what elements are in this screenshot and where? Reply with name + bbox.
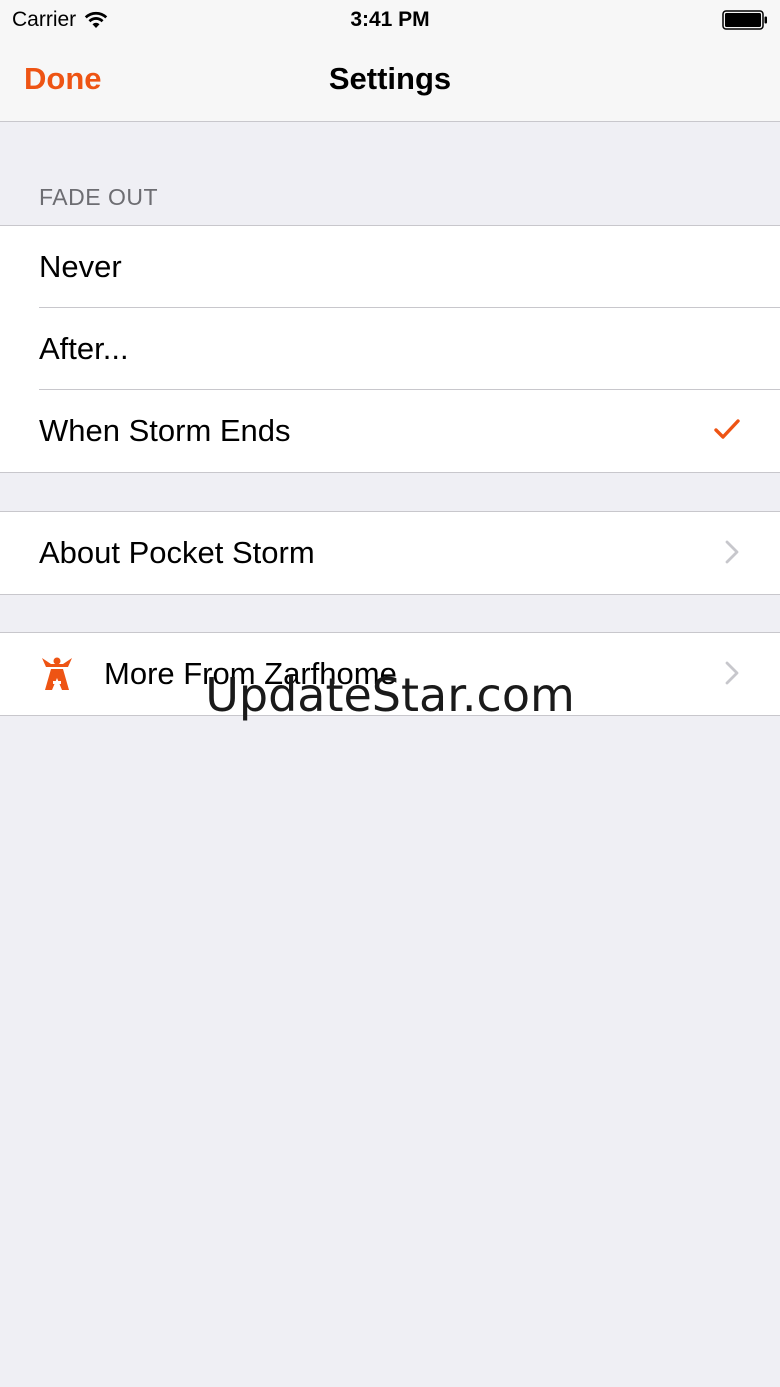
fade-option-when-storm-ends[interactable]: When Storm Ends	[0, 390, 780, 472]
about-group: About Pocket Storm	[0, 511, 780, 595]
battery-icon	[722, 10, 768, 35]
zarfhome-icon	[40, 656, 74, 697]
more-group: More From Zarfhome	[0, 632, 780, 716]
fade-option-after[interactable]: After...	[0, 308, 780, 390]
chevron-right-icon	[724, 660, 740, 691]
status-time: 3:41 PM	[350, 8, 430, 31]
chevron-right-icon	[724, 539, 740, 570]
fade-option-label: After...	[39, 331, 129, 366]
fade-option-label: When Storm Ends	[39, 413, 291, 448]
status-bar: Carrier 3:41 PM	[0, 0, 780, 40]
fade-out-group: Never After... When Storm Ends	[0, 225, 780, 473]
page-title: Settings	[328, 61, 452, 96]
fade-option-never[interactable]: Never	[0, 226, 780, 308]
checkmark-icon	[714, 418, 740, 445]
navigation-bar: Done Settings	[0, 40, 780, 122]
about-pocket-storm-row[interactable]: About Pocket Storm	[0, 512, 780, 594]
about-label: About Pocket Storm	[39, 535, 315, 570]
more-label: More From Zarfhome	[104, 656, 397, 691]
more-from-zarfhome-row[interactable]: More From Zarfhome	[0, 633, 780, 715]
fade-out-section-header: FADE OUT	[39, 184, 159, 210]
fade-option-label: Never	[39, 249, 122, 284]
